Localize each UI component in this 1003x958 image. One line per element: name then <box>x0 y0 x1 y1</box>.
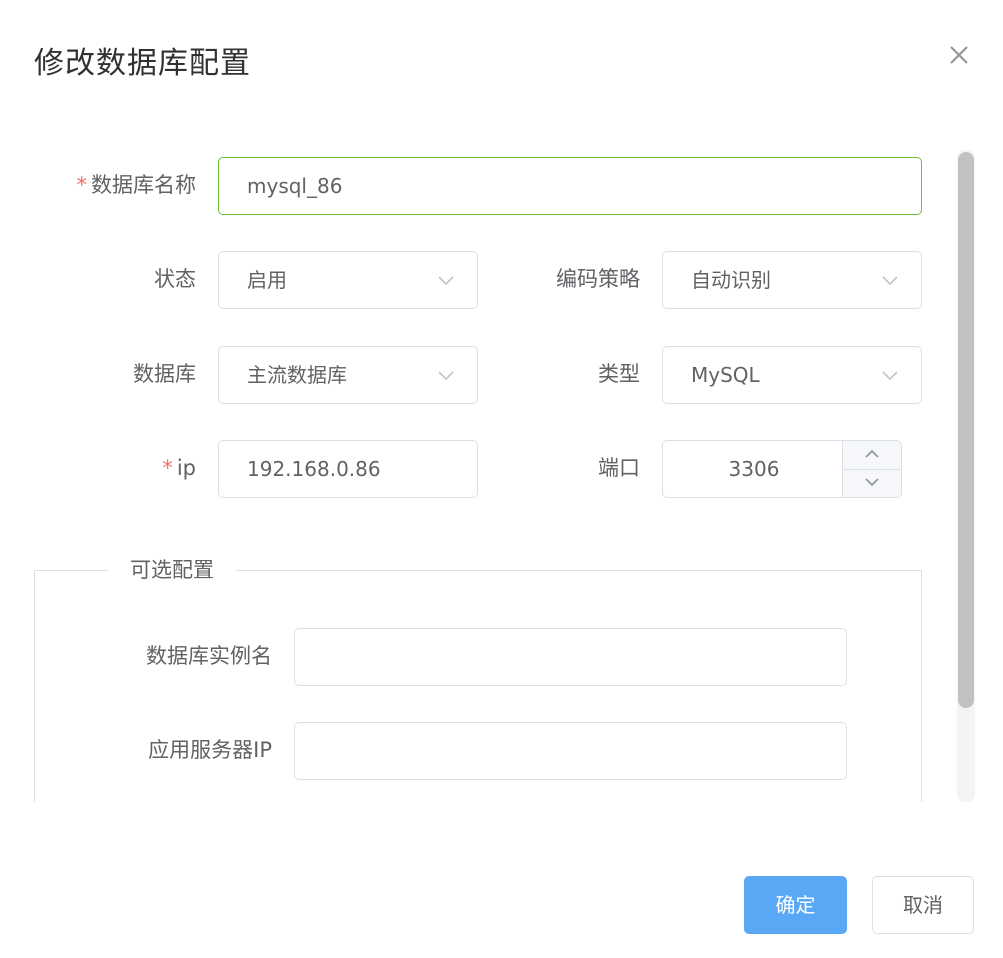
dialog-body: * 数据库名称 mysql_86 状态 启用 编码策略 自动识别 数据库 主流数据… <box>0 120 1003 802</box>
type-select[interactable]: MySQL <box>662 346 922 404</box>
db-name-input[interactable]: mysql_86 <box>218 157 922 215</box>
edit-database-dialog: 修改数据库配置 * 数据库名称 mysql_86 状态 启用 编码策略 自动识别 … <box>0 0 1003 958</box>
confirm-button[interactable]: 确定 <box>744 876 847 934</box>
chevron-down-icon <box>438 276 454 286</box>
increase-button[interactable] <box>843 441 901 470</box>
status-select[interactable]: 启用 <box>218 251 478 309</box>
chevron-down-icon <box>865 478 879 487</box>
encoding-select[interactable]: 自动识别 <box>662 251 922 309</box>
port-label: 端口 <box>598 456 640 480</box>
stepper-buttons <box>842 441 901 497</box>
dialog-title: 修改数据库配置 <box>34 46 251 81</box>
ip-input[interactable]: 192.168.0.86 <box>218 440 478 498</box>
close-icon[interactable] <box>946 42 972 68</box>
required-mark: * <box>76 173 88 197</box>
chevron-down-icon <box>882 276 898 286</box>
instance-name-input[interactable] <box>294 628 847 686</box>
encoding-label: 编码策略 <box>556 267 640 291</box>
scrollbar-thumb[interactable] <box>958 152 974 708</box>
decrease-button[interactable] <box>843 469 901 497</box>
app-server-ip-input[interactable] <box>294 722 847 780</box>
port-value[interactable]: 3306 <box>663 441 845 497</box>
scrollbar[interactable] <box>957 150 975 802</box>
chevron-down-icon <box>438 371 454 381</box>
ip-label: * ip <box>162 456 196 480</box>
chevron-up-icon <box>865 449 879 458</box>
cancel-button[interactable]: 取消 <box>872 876 974 934</box>
db-name-label: * 数据库名称 <box>76 173 197 197</box>
optional-config-legend: 可选配置 <box>108 554 236 586</box>
database-label: 数据库 <box>133 362 196 386</box>
required-mark: * <box>162 456 173 480</box>
instance-name-label: 数据库实例名 <box>146 644 272 668</box>
app-server-ip-label: 应用服务器IP <box>148 738 272 762</box>
port-stepper[interactable]: 3306 <box>662 440 902 498</box>
database-select[interactable]: 主流数据库 <box>218 346 478 404</box>
status-label: 状态 <box>154 267 196 291</box>
type-label: 类型 <box>598 362 640 386</box>
chevron-down-icon <box>882 371 898 381</box>
